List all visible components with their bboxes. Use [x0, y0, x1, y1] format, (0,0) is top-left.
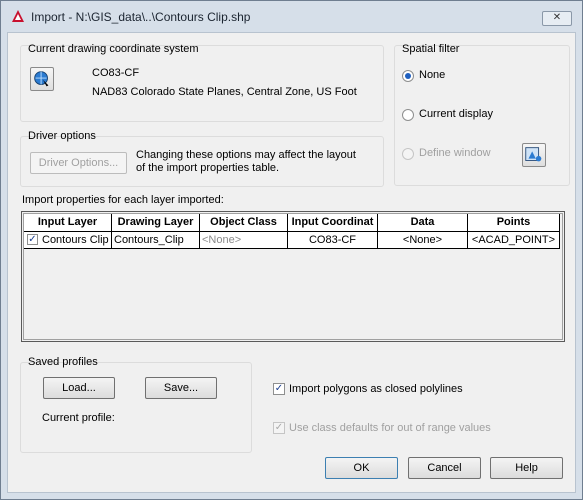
load-profile-button[interactable]: Load...: [43, 377, 115, 399]
globe-icon: [34, 71, 49, 87]
import-properties-label: Import properties for each layer importe…: [22, 194, 224, 206]
spatial-filter-current-display-label: Current display: [419, 108, 493, 120]
help-button[interactable]: Help: [490, 457, 563, 479]
spatial-filter-none-radio[interactable]: [402, 70, 414, 82]
cancel-button[interactable]: Cancel: [408, 457, 481, 479]
coordinate-system-description: NAD83 Colorado State Planes, Central Zon…: [92, 86, 357, 98]
column-header-data[interactable]: Data: [378, 214, 468, 232]
column-header-input-layer[interactable]: Input Layer: [24, 214, 112, 232]
current-profile-label: Current profile:: [42, 412, 115, 424]
column-header-points[interactable]: Points: [468, 214, 560, 232]
define-window-button[interactable]: [522, 143, 546, 167]
driver-options-note-line2: of the import properties table.: [136, 162, 280, 174]
driver-options-note-line1: Changing these options may affect the la…: [136, 149, 356, 161]
dialog-client: Current drawing coordinate system CO83-C…: [7, 32, 576, 493]
ok-button[interactable]: OK: [325, 457, 398, 479]
column-header-object-class[interactable]: Object Class: [200, 214, 288, 232]
coordinate-system-code: CO83-CF: [92, 67, 140, 79]
spatial-filter-group-label: Spatial filter: [402, 43, 460, 55]
coordinate-system-button[interactable]: [30, 67, 54, 91]
object-class-cell[interactable]: <None>: [200, 232, 288, 249]
spatial-filter-define-window-radio[interactable]: [402, 148, 414, 160]
import-properties-table[interactable]: Input Layer Drawing Layer Object Class I…: [21, 211, 565, 342]
layer-import-checkbox[interactable]: ✓: [27, 234, 38, 245]
table-row[interactable]: ✓ Contours Clip Contours_Clip <None> CO8…: [24, 232, 560, 249]
saved-profiles-group: [20, 362, 252, 453]
spatial-filter-define-window-label: Define window: [419, 147, 491, 159]
table-header-row: Input Layer Drawing Layer Object Class I…: [24, 214, 560, 232]
class-defaults-label: Use class defaults for out of range valu…: [289, 422, 491, 434]
title-bar: Import - N:\GIS_data\..\Contours Clip.sh…: [1, 1, 582, 31]
column-header-input-coordinate[interactable]: Input Coordinat: [288, 214, 378, 232]
spatial-filter-current-display-radio[interactable]: [402, 109, 414, 121]
close-button[interactable]: ✕: [542, 11, 572, 26]
saved-profiles-group-label: Saved profiles: [28, 356, 98, 368]
spatial-filter-none-label: None: [419, 69, 446, 81]
input-coordinate-cell[interactable]: CO83-CF: [288, 232, 378, 249]
data-cell[interactable]: <None>: [378, 232, 468, 249]
class-defaults-checkbox[interactable]: ✓: [273, 422, 285, 434]
drawing-layer-cell[interactable]: Contours_Clip: [112, 232, 200, 249]
points-cell[interactable]: <ACAD_POINT>: [468, 232, 560, 249]
input-layer-cell[interactable]: ✓ Contours Clip: [24, 232, 112, 249]
driver-options-button[interactable]: Driver Options...: [30, 152, 127, 174]
define-window-icon: [525, 147, 542, 162]
input-layer-value: Contours Clip: [42, 234, 109, 246]
table-body: Input Layer Drawing Layer Object Class I…: [23, 213, 563, 340]
column-header-drawing-layer[interactable]: Drawing Layer: [112, 214, 200, 232]
coordinate-system-group-label: Current drawing coordinate system: [28, 43, 199, 55]
save-profile-button[interactable]: Save...: [145, 377, 217, 399]
import-dialog: Import - N:\GIS_data\..\Contours Clip.sh…: [0, 0, 583, 500]
coordinate-system-group: [20, 45, 384, 122]
driver-options-group-label: Driver options: [28, 130, 96, 142]
import-polygons-label: Import polygons as closed polylines: [289, 383, 463, 395]
import-polygons-checkbox[interactable]: ✓: [273, 383, 285, 395]
autocad-logo-icon: [12, 10, 24, 22]
window-title: Import - N:\GIS_data\..\Contours Clip.sh…: [31, 10, 251, 24]
